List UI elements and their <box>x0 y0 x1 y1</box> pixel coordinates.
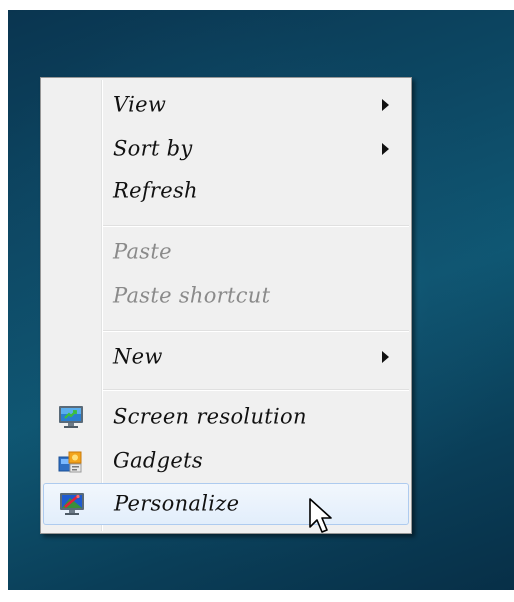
submenu-arrow-icon <box>382 99 389 111</box>
menu-separator <box>103 225 409 226</box>
menu-item-screen-resolution[interactable]: Screen resolution <box>43 396 409 438</box>
menu-item-label: Sort by <box>113 136 193 161</box>
desktop-context-menu: View Sort by Refresh Paste Paste shortcu… <box>40 77 412 534</box>
menu-item-refresh[interactable]: Refresh <box>43 170 409 212</box>
mouse-pointer-icon <box>309 498 332 533</box>
menu-item-gadgets[interactable]: Gadgets <box>43 440 409 482</box>
menu-separator <box>103 330 409 331</box>
menu-item-label: New <box>113 344 163 369</box>
menu-item-paste-shortcut: Paste shortcut <box>43 275 409 317</box>
gadgets-icon <box>58 451 82 473</box>
screenshot-frame: View Sort by Refresh Paste Paste shortcu… <box>0 0 514 602</box>
menu-separator <box>103 389 409 390</box>
menu-item-new[interactable]: New <box>43 336 409 378</box>
menu-item-personalize[interactable]: Personalize <box>43 483 409 525</box>
menu-item-label: Personalize <box>114 491 240 516</box>
menu-item-paste: Paste <box>43 231 409 273</box>
menu-item-label: Refresh <box>113 178 198 203</box>
submenu-arrow-icon <box>382 351 389 363</box>
submenu-arrow-icon <box>382 143 389 155</box>
personalize-icon <box>60 493 84 515</box>
menu-item-view[interactable]: View <box>43 84 409 126</box>
menu-item-label: Paste <box>113 239 172 264</box>
menu-item-label: View <box>113 92 167 117</box>
menu-item-label: Screen resolution <box>113 404 307 429</box>
menu-item-label: Gadgets <box>113 448 203 473</box>
menu-item-sort-by[interactable]: Sort by <box>43 128 409 170</box>
menu-item-label: Paste shortcut <box>113 283 271 308</box>
display-settings-icon <box>59 406 83 428</box>
